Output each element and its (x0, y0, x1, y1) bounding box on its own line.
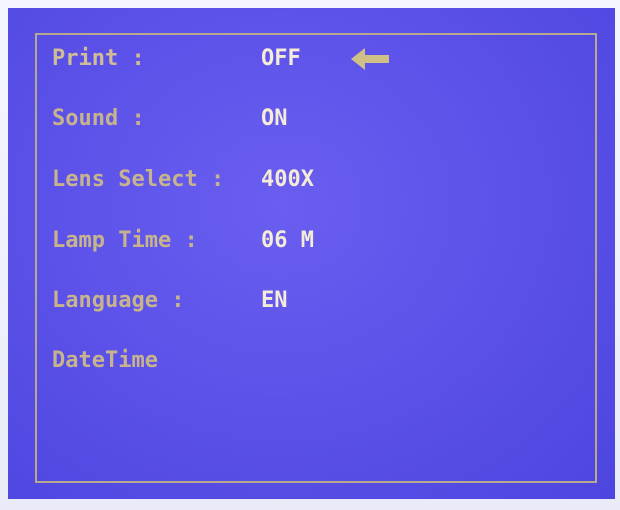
menu-item-label: DateTime (52, 348, 158, 373)
menu-item-label: Sound : (52, 106, 145, 131)
menu-item-label: Language : (52, 288, 185, 313)
lcd-screen: Print : OFF Sound : ON Lens Select : 400… (8, 8, 615, 499)
menu-item-lamp-time[interactable]: Lamp Time : 06 M (52, 224, 572, 258)
menu-item-print[interactable]: Print : OFF (52, 42, 572, 76)
menu-item-language[interactable]: Language : EN (52, 284, 572, 318)
settings-menu: Print : OFF Sound : ON Lens Select : 400… (52, 42, 572, 402)
left-arrow-icon (351, 48, 389, 70)
menu-item-value: OFF (261, 46, 301, 71)
menu-item-lens-select[interactable]: Lens Select : 400X (52, 163, 572, 197)
menu-item-label: Lens Select : (52, 167, 225, 192)
menu-item-value: 400X (261, 167, 314, 192)
monitor-bezel: Print : OFF Sound : ON Lens Select : 400… (0, 0, 620, 510)
menu-item-value: EN (261, 288, 288, 313)
menu-item-datetime[interactable]: DateTime (52, 344, 572, 378)
menu-item-label: Print : (52, 46, 145, 71)
menu-item-label: Lamp Time : (52, 228, 198, 253)
menu-item-value: 06 M (261, 228, 314, 253)
menu-item-sound[interactable]: Sound : ON (52, 102, 572, 136)
menu-item-value: ON (261, 106, 288, 131)
